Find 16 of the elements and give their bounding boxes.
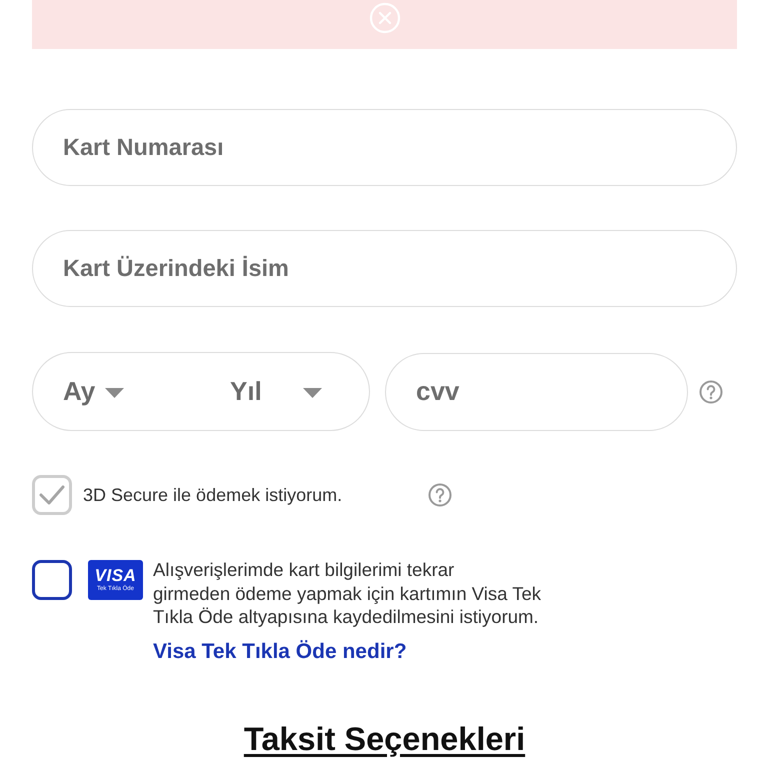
help-icon[interactable] xyxy=(699,380,723,404)
section-heading: Taksit Seçenekleri xyxy=(242,720,526,758)
checkbox[interactable] xyxy=(32,560,72,600)
text-field[interactable]: Kart Numarası xyxy=(32,109,737,186)
info-link[interactable]: Visa Tek Tıkla Öde nedir? xyxy=(153,640,407,664)
option-label: 3D Secure ile ödemek istiyorum. xyxy=(83,484,342,506)
logo-wordmark: VISA xyxy=(94,567,136,585)
checkmark-icon xyxy=(39,485,65,505)
help-icon[interactable] xyxy=(428,483,452,507)
caret-icon xyxy=(105,388,124,398)
month-dropdown[interactable]: Ay xyxy=(63,376,124,407)
caret-icon xyxy=(303,388,322,398)
consent-text: Alışverişlerimde kart bilgilerimi tekrar girmeden ödeme yapmak için kartımın Visa Tek Tıkla Öde altyapısına kaydedilmesini istiyorum. xyxy=(153,558,541,628)
text-field[interactable]: Kart Üzerindeki İsim xyxy=(32,230,737,307)
year-dropdown[interactable]: Yıl xyxy=(230,376,322,407)
cvv-field[interactable]: cvv xyxy=(385,352,688,430)
